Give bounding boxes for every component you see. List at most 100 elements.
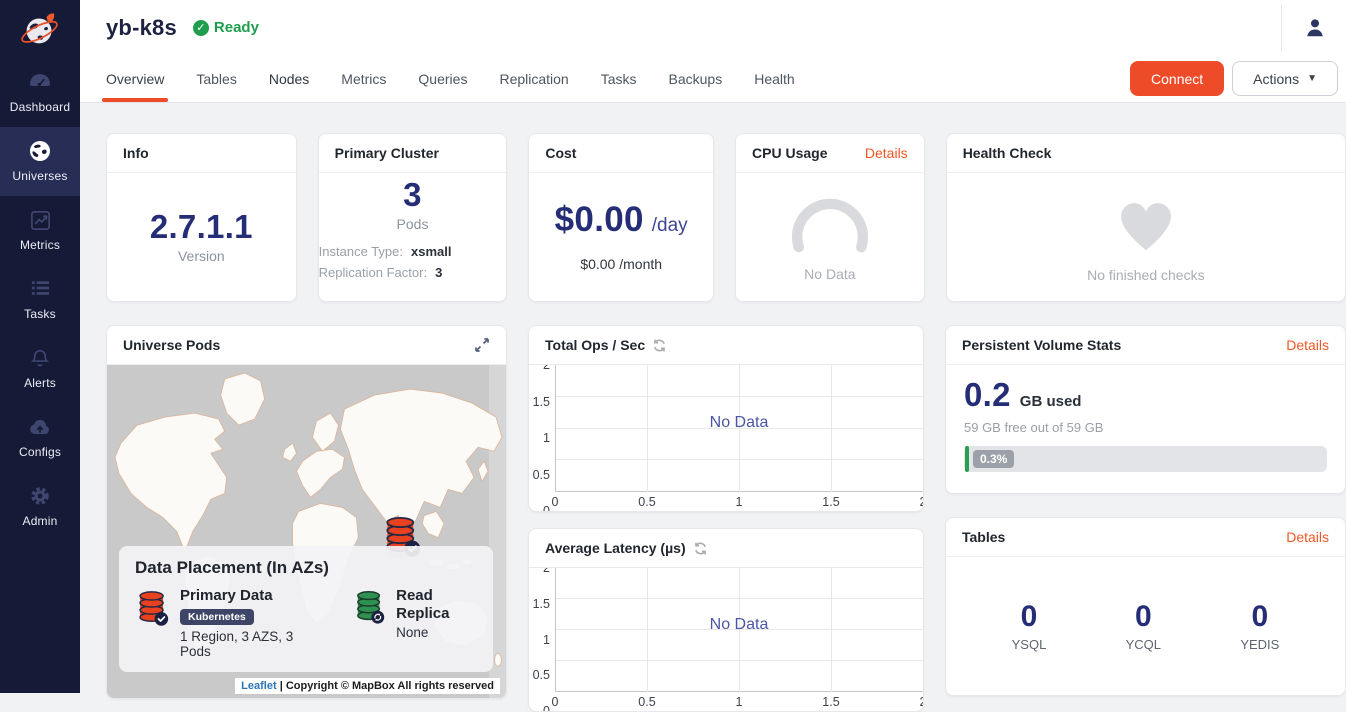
tab-tasks[interactable]: Tasks	[601, 55, 637, 102]
y-tick-label: 1.5	[533, 395, 550, 410]
free-space-text: 59 GB free out of 59 GB	[964, 420, 1327, 435]
leaflet-link[interactable]: Leaflet	[241, 680, 276, 692]
info-card: Info 2.7.1.1 Version	[106, 133, 297, 302]
card-title: Persistent Volume Stats	[962, 337, 1121, 353]
refresh-icon[interactable]	[693, 541, 708, 556]
average-latency-chart: 00.511.52 00.511.52No Data	[529, 568, 923, 711]
card-title: Universe Pods	[123, 337, 220, 353]
gear-icon	[29, 484, 51, 508]
tab-backups[interactable]: Backups	[669, 55, 723, 102]
y-axis: 00.511.52	[529, 365, 555, 511]
cloud-upload-icon	[28, 415, 52, 439]
tab-replication[interactable]: Replication	[499, 55, 568, 102]
sidebar-item-label: Admin	[22, 514, 57, 528]
sidebar-item-admin[interactable]: Admin	[0, 472, 80, 541]
tab-health[interactable]: Health	[754, 55, 794, 102]
connect-button[interactable]: Connect	[1130, 61, 1224, 96]
sidebar-item-metrics[interactable]: Metrics	[0, 196, 80, 265]
ysql-counter: 0 YSQL	[1012, 600, 1047, 652]
y-tick-label: 0	[543, 504, 550, 511]
attribution-text: | Copyright © MapBox All rights reserved	[280, 680, 494, 692]
cpu-details-link[interactable]: Details	[865, 145, 908, 161]
total-ops-card: Total Ops / Sec 00.511.52 00.511.52No Da…	[528, 325, 924, 512]
actions-dropdown-button[interactable]: Actions ▼	[1232, 61, 1338, 96]
counter-label: YEDIS	[1240, 637, 1279, 652]
ycql-counter: 0 YCQL	[1126, 600, 1161, 652]
average-latency-card: Average Latency (µs) 00.511.52 00.511.52…	[528, 528, 924, 712]
plot-area: 00.511.52No Data	[555, 365, 923, 492]
chevron-down-icon: ▼	[1307, 73, 1317, 84]
card-title: Total Ops / Sec	[545, 337, 645, 353]
heart-icon	[1108, 191, 1184, 258]
status-label: Ready	[214, 19, 259, 36]
replica-db-icon	[353, 587, 385, 630]
row-value: 3	[435, 262, 442, 283]
expand-icon[interactable]	[474, 337, 490, 353]
tables-details-link[interactable]: Details	[1286, 529, 1329, 545]
refresh-icon[interactable]	[652, 338, 667, 353]
chart-no-data-label: No Data	[710, 616, 769, 634]
sidebar-item-dashboard[interactable]: Dashboard	[0, 58, 80, 127]
pvs-details-link[interactable]: Details	[1286, 337, 1329, 353]
y-tick-label: 0.5	[533, 468, 550, 483]
x-tick-label: 1.5	[822, 495, 839, 509]
sidebar-item-label: Universes	[12, 169, 67, 183]
primary-data-summary: 1 Region, 3 AZS, 3 Pods	[180, 629, 309, 659]
sidebar: Dashboard Universes Metrics Tasks Alerts…	[0, 0, 80, 693]
persistent-volume-card: Persistent Volume Stats Details 0.2 GB u…	[945, 325, 1346, 494]
sidebar-item-label: Configs	[19, 445, 61, 459]
sidebar-item-tasks[interactable]: Tasks	[0, 265, 80, 334]
map-attribution: Leaflet | Copyright © MapBox All rights …	[235, 678, 500, 694]
usage-progress-fill	[965, 446, 969, 472]
yedis-counter: 0 YEDIS	[1240, 600, 1279, 652]
tab-tables[interactable]: Tables	[196, 55, 236, 102]
sidebar-item-universes[interactable]: Universes	[0, 127, 80, 196]
tab-overview[interactable]: Overview	[106, 55, 164, 102]
metrics-chart-icon	[29, 208, 52, 232]
y-tick-label: 2	[543, 365, 550, 373]
y-tick-label: 1	[543, 633, 550, 648]
tables-card: Tables Details 0 YSQL 0 YCQL 0	[945, 517, 1346, 696]
top-bar: yb-k8s ✓ Ready Overview Tables Nodes Met…	[80, 0, 1346, 103]
sidebar-item-label: Metrics	[20, 238, 60, 252]
overview-content: Info 2.7.1.1 Version Primary Cluster 3 P…	[80, 103, 1346, 712]
cpu-usage-card: CPU Usage Details No Data	[735, 133, 925, 302]
x-tick-label: 0.5	[638, 495, 655, 509]
read-replica-group: Read Replica None	[353, 587, 477, 659]
status-badge: ✓ Ready	[193, 19, 259, 36]
tab-nodes[interactable]: Nodes	[269, 55, 309, 102]
check-circle-icon: ✓	[193, 20, 209, 36]
card-title: Info	[123, 145, 149, 161]
x-tick-label: 0	[552, 695, 559, 709]
primary-db-icon	[135, 587, 169, 632]
placement-title: Data Placement (In AZs)	[135, 558, 477, 578]
health-check-card: Health Check No finished checks	[946, 133, 1346, 302]
usage-progress-bar: 0.3%	[964, 446, 1327, 472]
x-tick-label: 0.5	[638, 695, 655, 709]
y-tick-label: 0	[543, 704, 550, 711]
sidebar-item-configs[interactable]: Configs	[0, 403, 80, 472]
sidebar-item-alerts[interactable]: Alerts	[0, 334, 80, 403]
bell-icon	[29, 346, 51, 370]
row-label: Instance Type:	[319, 241, 403, 262]
cost-per-day-value: $0.00	[555, 202, 644, 239]
counter-value: 0	[1251, 600, 1268, 634]
world-map[interactable]: Data Placement (In AZs)	[107, 365, 506, 698]
universe-tabs: Overview Tables Nodes Metrics Queries Re…	[80, 55, 1346, 102]
actions-label: Actions	[1253, 71, 1299, 87]
y-axis: 00.511.52	[529, 568, 555, 711]
user-profile-icon[interactable]	[1304, 17, 1326, 39]
yugabyte-logo-icon[interactable]	[0, 0, 80, 58]
tab-queries[interactable]: Queries	[418, 55, 467, 102]
universe-pods-card: Universe Pods	[106, 325, 507, 699]
kubernetes-badge: Kubernetes	[180, 609, 254, 625]
y-tick-label: 2	[543, 568, 550, 576]
sidebar-item-label: Alerts	[24, 376, 56, 390]
x-tick-label: 0	[552, 495, 559, 509]
primary-data-label: Primary Data	[180, 587, 309, 605]
dashboard-gauge-icon	[28, 70, 52, 94]
primary-cluster-card: Primary Cluster 3 Pods Instance Type: xs…	[318, 133, 508, 302]
data-placement-panel: Data Placement (In AZs)	[119, 546, 493, 672]
tab-metrics[interactable]: Metrics	[341, 55, 386, 102]
x-tick-label: 1	[736, 695, 743, 709]
